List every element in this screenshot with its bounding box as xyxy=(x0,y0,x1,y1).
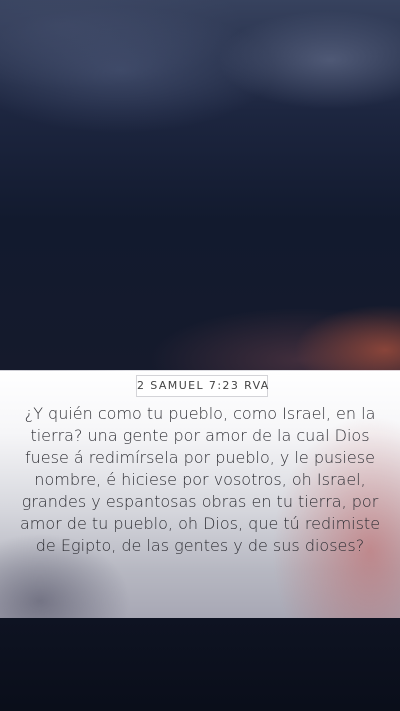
verse-reference-label: 2 SAMUEL 7:23 RVA xyxy=(136,375,268,397)
verse-text: ¿Y quién como tu pueblo, como Israel, en… xyxy=(19,404,381,555)
dark-footer-background xyxy=(0,618,400,711)
cloudy-sky-background xyxy=(0,0,400,370)
